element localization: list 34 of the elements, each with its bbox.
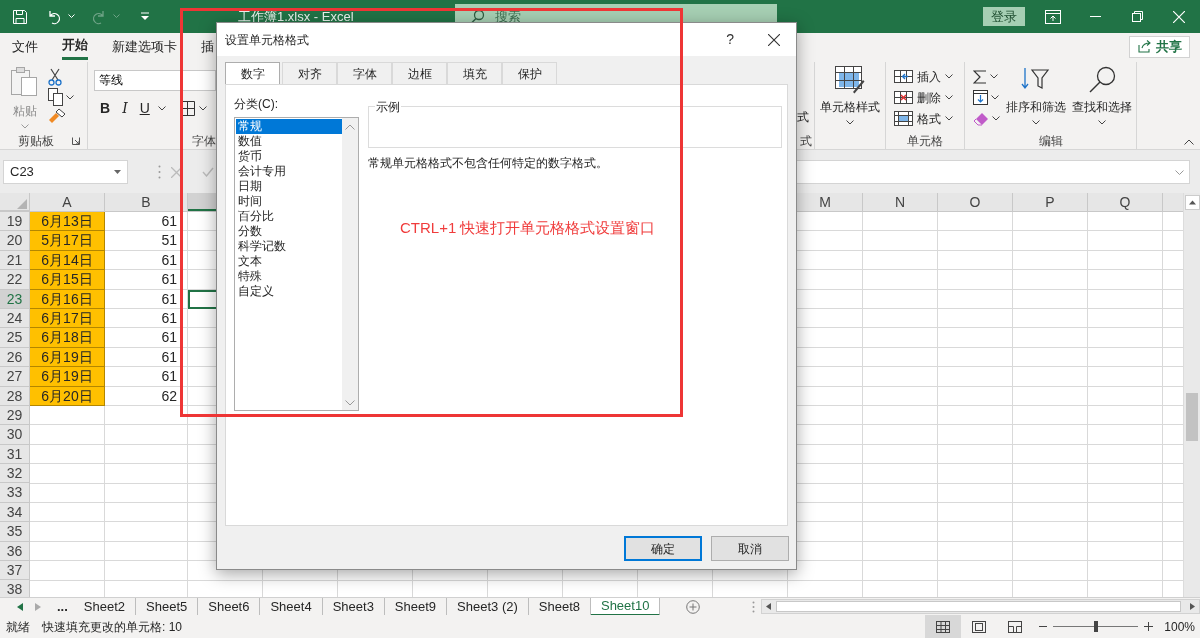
- table-cell-text: 61: [160, 328, 178, 348]
- status-text: 就绪: [6, 618, 30, 636]
- dialog-title: 设置单元格格式: [225, 31, 309, 49]
- table-cell: 5月17日: [30, 231, 105, 251]
- table-cell: 6月19日: [30, 367, 105, 387]
- field-label: 分类(C):: [234, 96, 279, 113]
- group-label: 示例: [375, 98, 401, 116]
- table-cell-text: 61: [160, 308, 178, 328]
- table-cell: 6月16日: [30, 289, 105, 309]
- table-cell-text: 62: [160, 386, 178, 406]
- table-cell-text: 61: [160, 270, 178, 290]
- group-label: 编辑: [1038, 133, 1063, 150]
- table-cell: 6月18日: [30, 328, 105, 348]
- table-cell: 6月14日: [30, 250, 105, 271]
- table-cell-text: 51: [160, 231, 178, 251]
- table-cell: 6月17日: [30, 308, 105, 329]
- cell-reference: C23: [10, 163, 34, 182]
- table-cell-text: 61: [160, 212, 178, 231]
- description-text: 常规单元格格式不包含任何特定的数字格式。: [368, 155, 609, 172]
- table-cell-text: 61: [160, 250, 178, 270]
- table-cell: 6月19日: [30, 347, 105, 368]
- table-cell-text: 61: [160, 367, 178, 387]
- table-cell: 6月13日: [30, 212, 105, 232]
- group-label: 字体: [192, 133, 216, 150]
- window-title: 工作簿1.xlsx - Excel: [238, 7, 354, 26]
- table-cell: 6月20日: [30, 386, 105, 406]
- annotation-text: CTRL+1 快速打开单元格格式设置窗口: [400, 218, 657, 238]
- table-cell: 6月15日: [30, 270, 105, 290]
- group-label: 式: [799, 133, 812, 150]
- group-label: 剪贴板: [17, 133, 54, 150]
- group-label: 单元格: [907, 133, 943, 150]
- table-cell-text: 61: [160, 347, 178, 367]
- table-cell-text: 61: [160, 289, 178, 309]
- status-text: 快速填充更改的单元格: 10: [42, 618, 182, 636]
